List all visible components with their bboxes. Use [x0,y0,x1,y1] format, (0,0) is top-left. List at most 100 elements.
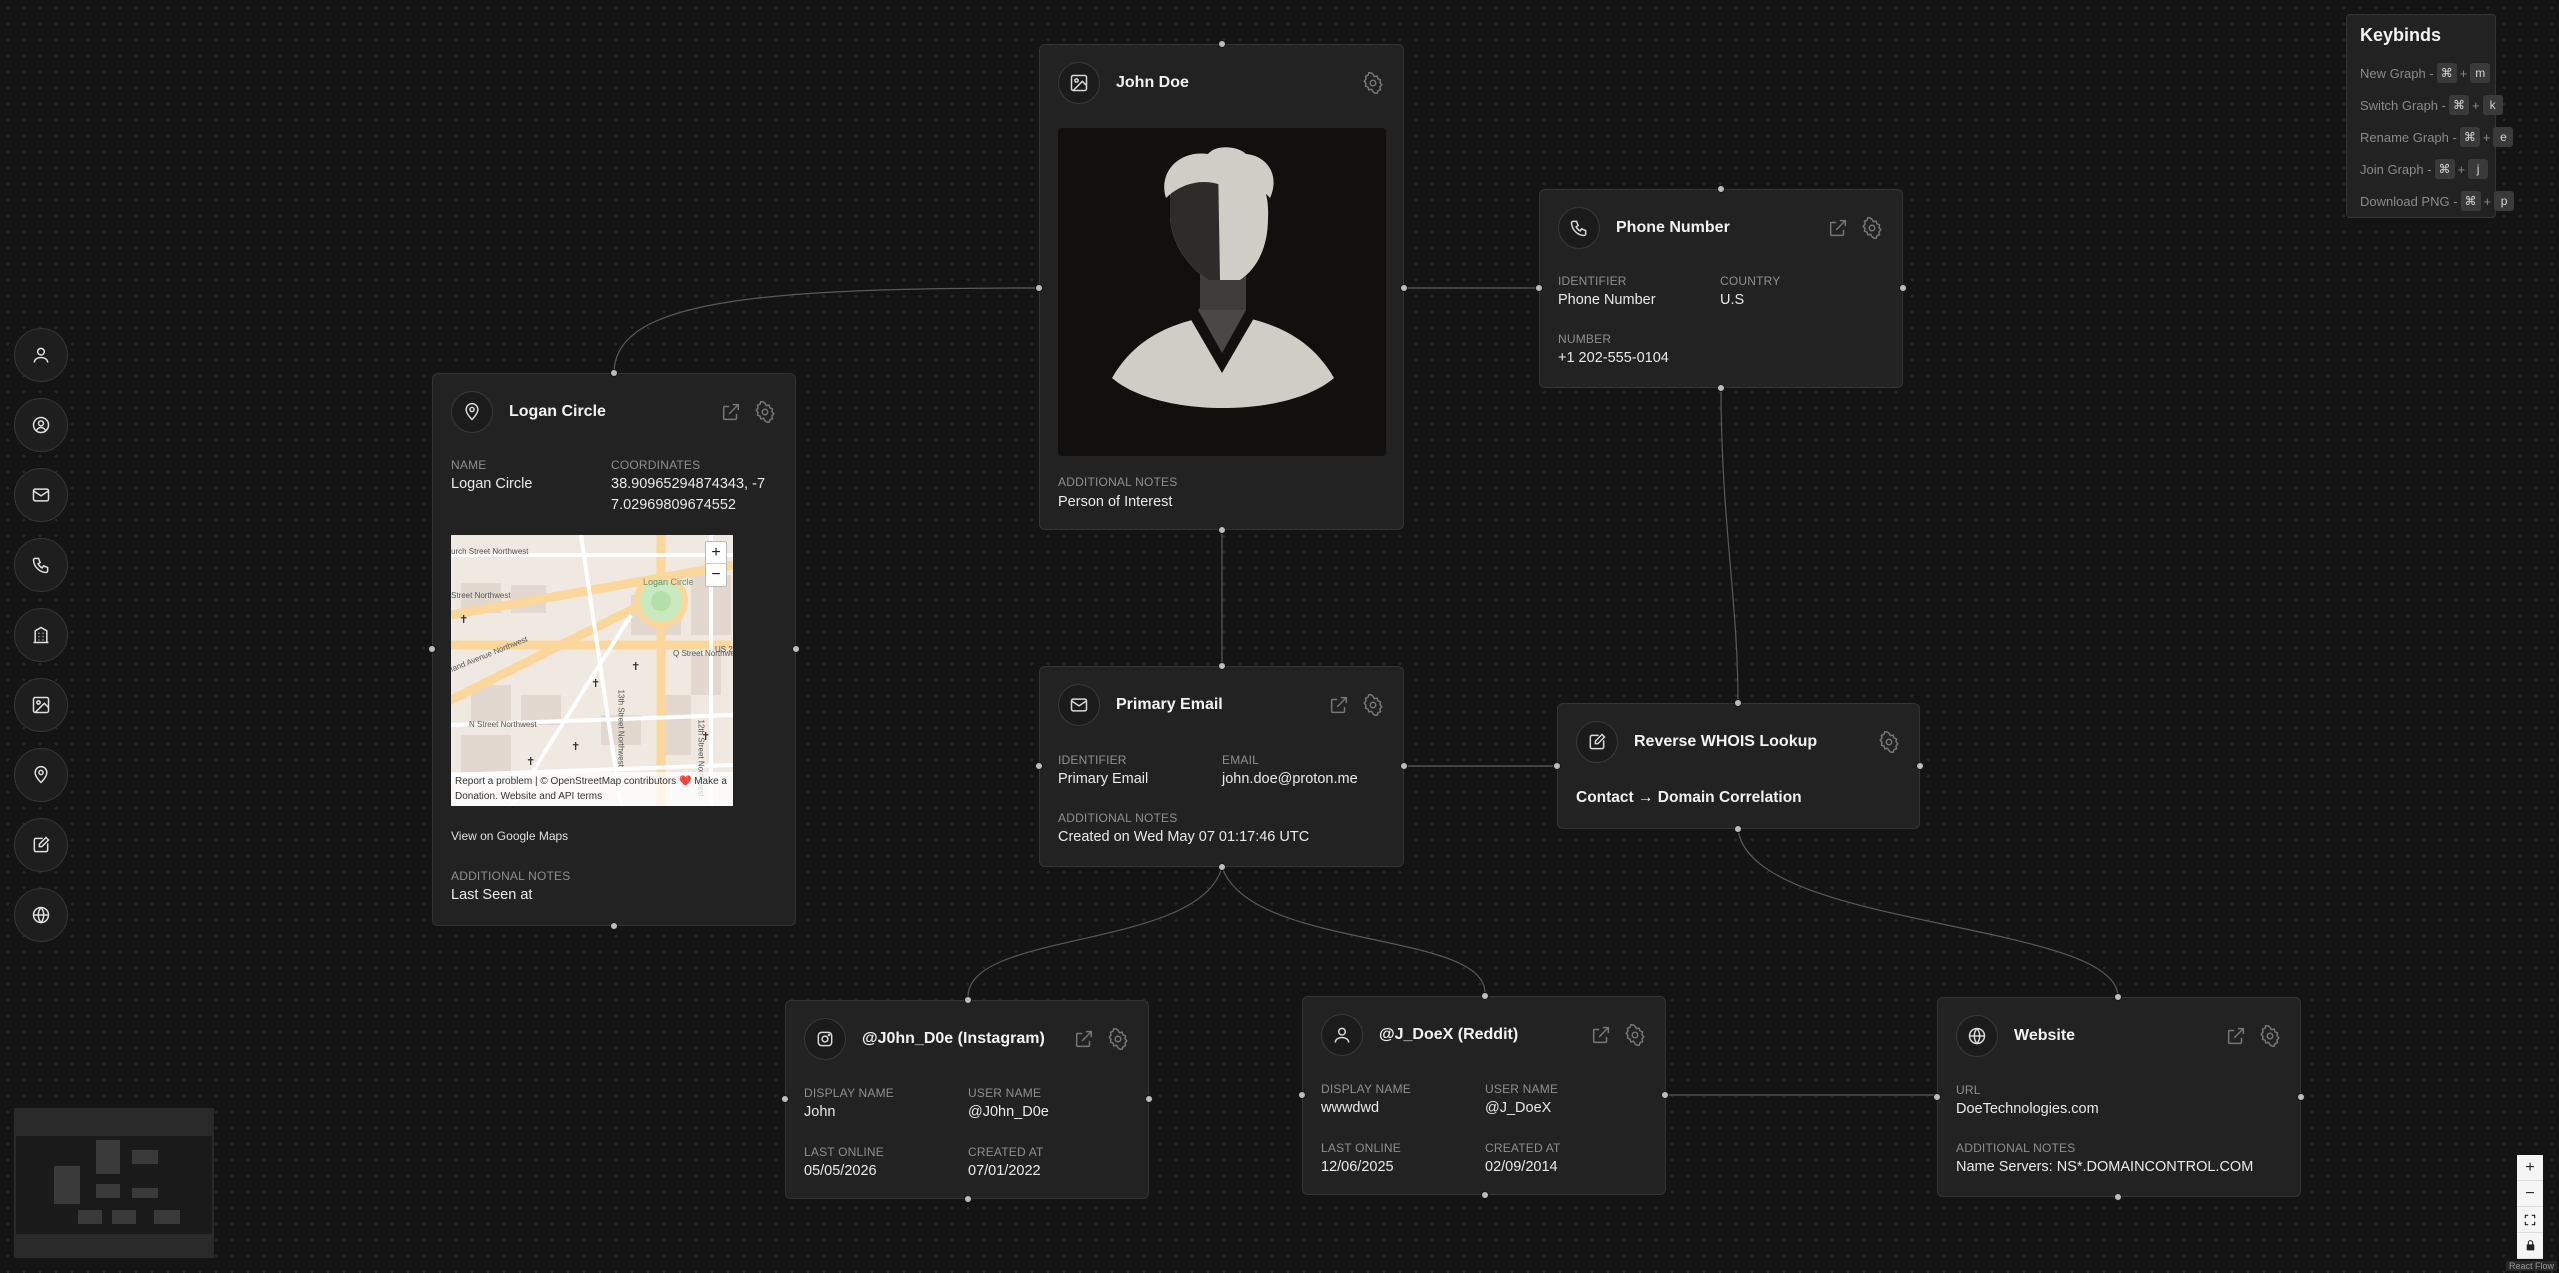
settings-button[interactable] [1361,71,1385,95]
identifier-label: IDENTIFIER [1558,274,1627,288]
coordinates-line-1: 38.90965294874343, -7 [611,476,766,492]
node-john-doe[interactable]: John Doe ADDITIONAL NOTES Person of Inte… [1039,44,1404,530]
keybinds-panel: Keybinds New Graph - ⌘ + m Switch Graph - … [2346,14,2515,218]
node-type-icon [1956,1015,1998,1057]
keybind-download-png: Download PNG - ⌘ + p [2360,191,2517,211]
coordinates-line-2: 7.02969809674552 [611,497,736,513]
handle[interactable] [1218,662,1226,670]
handle[interactable] [1035,762,1043,770]
open-external-button[interactable] [1826,216,1850,240]
add-username-button[interactable] [14,398,68,452]
handle[interactable] [1298,1091,1306,1099]
handle[interactable] [1933,1093,1941,1101]
react-flow-attribution[interactable]: React Flow [2506,1261,2558,1271]
identifier-label: IDENTIFIER [1058,753,1127,767]
open-external-button[interactable] [1327,693,1351,717]
handle[interactable] [1218,863,1226,871]
identifier-value: Phone Number [1558,292,1656,308]
handle[interactable] [428,645,436,653]
external-link-icon [1829,219,1847,237]
settings-button[interactable] [1877,730,1901,754]
handle[interactable] [1734,699,1742,707]
handle[interactable] [1717,384,1725,392]
handle[interactable] [1916,762,1924,770]
handle[interactable] [1535,284,1543,292]
keybind-key: e [2493,127,2514,147]
settings-button[interactable] [1623,1023,1647,1047]
handle[interactable] [964,1195,972,1203]
node-website[interactable]: Website URL DoeTechnologies.com ADDITION… [1937,997,2301,1197]
handle[interactable] [1734,825,1742,833]
handle[interactable] [1400,762,1408,770]
handle[interactable] [781,1095,789,1103]
google-maps-link[interactable]: View on Google Maps [451,829,568,843]
settings-button[interactable] [1106,1027,1130,1051]
handle[interactable] [964,996,972,1004]
handle[interactable] [2297,1093,2305,1101]
handle[interactable] [1218,526,1226,534]
map-attribution-line-1[interactable]: Report a problem | © OpenStreetMap contr… [455,774,729,789]
zoom-out-button[interactable]: − [2517,1181,2543,1207]
settings-button[interactable] [1860,216,1884,240]
add-note-button[interactable] [14,818,68,872]
map-street-label-8: US 2 [715,645,733,654]
node-reverse-whois[interactable]: Reverse WHOIS Lookup Contact → Domain Co… [1557,703,1920,829]
keybind-key: m [2470,63,2491,83]
handle[interactable] [610,369,618,377]
handle[interactable] [610,922,618,930]
handle[interactable] [1661,1091,1669,1099]
open-external-button[interactable] [719,400,743,424]
node-primary-email[interactable]: Primary Email IDENTIFIER Primary Email E… [1039,666,1404,867]
handle[interactable] [1218,40,1226,48]
handle[interactable] [1481,992,1489,1000]
settings-button[interactable] [753,400,777,424]
plus-sign: + [2483,193,2492,209]
handle[interactable] [792,645,800,653]
handle[interactable] [1553,762,1561,770]
open-external-button[interactable] [1072,1027,1096,1051]
open-external-button[interactable] [2224,1024,2248,1048]
handle[interactable] [1145,1095,1153,1103]
plus-sign: + [2471,97,2480,113]
open-external-button[interactable] [1589,1023,1613,1047]
lock-button[interactable] [2517,1233,2543,1259]
node-title: Website [2014,1027,2076,1044]
node-instagram-account[interactable]: @J0hn_D0e (Instagram) DISPLAY NAME John … [785,1000,1149,1199]
add-person-button[interactable] [14,328,68,382]
plus-sign: + [2457,161,2466,177]
location-map[interactable]: ✝ ✝ ✝ ✝ ✝ ✝ urch Street Northwest Street Nor… [451,535,733,806]
node-logan-circle[interactable]: Logan Circle NAME Logan Circle COORDINAT… [432,373,796,926]
note-edit-icon [33,836,50,853]
settings-button[interactable] [2258,1024,2282,1048]
map-attribution-line-2[interactable]: Donation. Website and API terms [455,789,729,804]
handle[interactable] [1481,1191,1489,1199]
handle[interactable] [1717,185,1725,193]
name-value: Logan Circle [451,476,533,492]
svg-text:✝: ✝ [631,660,640,673]
settings-button[interactable] [1361,693,1385,717]
node-reddit-account[interactable]: @J_DoeX (Reddit) DISPLAY NAME wwwdwd USE… [1302,996,1666,1195]
add-phone-button[interactable] [14,538,68,592]
handle[interactable] [2114,993,2122,1001]
add-organization-button[interactable] [14,608,68,662]
edge-phone-whois [1720,387,1739,704]
created-at-value: 02/09/2014 [1485,1159,1558,1175]
map-zoom-out-button[interactable]: − [706,564,726,586]
note-edit-icon [1589,733,1606,750]
add-location-button[interactable] [14,748,68,802]
add-image-button[interactable] [14,678,68,732]
add-email-button[interactable] [14,468,68,522]
zoom-in-button[interactable]: + [2517,1155,2543,1181]
keybind-new-graph: New Graph - ⌘ + m [2360,63,2493,83]
node-phone-number[interactable]: Phone Number IDENTIFIER Phone Number COU… [1539,189,1903,388]
fit-view-button[interactable] [2517,1207,2543,1233]
map-zoom-in-button[interactable]: + [706,542,726,564]
add-website-button[interactable] [14,888,68,942]
minimap[interactable] [14,1108,214,1258]
node-title: @J_DoeX (Reddit) [1379,1026,1519,1043]
handle[interactable] [1899,284,1907,292]
handle[interactable] [2114,1193,2122,1201]
handle[interactable] [1035,284,1043,292]
svg-text:✝: ✝ [459,613,468,626]
handle[interactable] [1400,284,1408,292]
